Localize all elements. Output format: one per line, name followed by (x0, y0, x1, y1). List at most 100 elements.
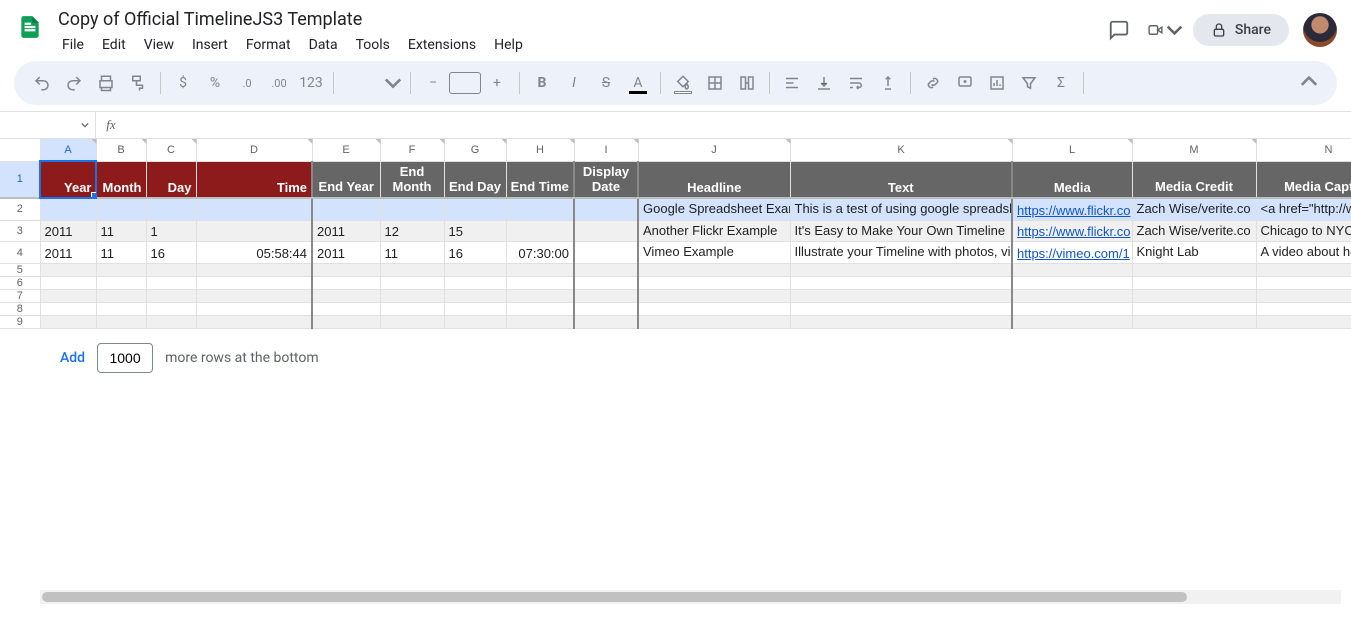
cell[interactable] (444, 290, 506, 303)
cell[interactable] (1256, 290, 1351, 303)
share-button[interactable]: Share (1193, 14, 1289, 46)
cell[interactable] (1012, 277, 1132, 290)
currency-icon[interactable]: $ (169, 69, 197, 97)
cell[interactable]: This is a test of using google spreadshe… (790, 198, 1012, 220)
horizontal-scrollbar[interactable] (40, 590, 1341, 604)
header-cell[interactable]: Headline (638, 161, 790, 198)
undo-icon[interactable] (28, 69, 56, 97)
more-formats-icon[interactable]: 123 (297, 69, 325, 97)
cell[interactable]: <a href="http://www.flickr.com/photos/za… (1256, 198, 1351, 220)
cell[interactable] (196, 220, 312, 242)
cell[interactable]: 05:58:44 (196, 242, 312, 264)
column-header[interactable]: D (196, 139, 312, 161)
cell[interactable] (574, 198, 638, 220)
cell[interactable] (40, 303, 96, 316)
cell[interactable] (1132, 303, 1256, 316)
cell[interactable] (196, 198, 312, 220)
column-header[interactable]: L (1012, 139, 1132, 161)
cell[interactable] (196, 277, 312, 290)
cell[interactable] (146, 316, 196, 329)
cell[interactable]: It's Easy to Make Your Own Timeline (790, 220, 1012, 242)
name-box[interactable] (0, 112, 96, 138)
cell[interactable] (146, 198, 196, 220)
cell[interactable]: 11 (96, 242, 146, 264)
increase-decimal-icon[interactable]: .00 (265, 69, 293, 97)
cell[interactable] (196, 303, 312, 316)
cell[interactable] (96, 303, 146, 316)
header-cell[interactable]: Day (146, 161, 196, 198)
header-cell[interactable]: Media Credit (1132, 161, 1256, 198)
cell[interactable] (638, 316, 790, 329)
text-color-icon[interactable]: A (624, 69, 652, 97)
cell[interactable] (638, 277, 790, 290)
cell[interactable] (506, 303, 574, 316)
cell[interactable] (1132, 264, 1256, 277)
cell[interactable]: Zach Wise/verite.co (1132, 198, 1256, 220)
cell[interactable]: Vimeo Example (638, 242, 790, 264)
menu-tools[interactable]: Tools (348, 33, 398, 57)
cell[interactable] (40, 277, 96, 290)
cell[interactable]: https://www.flickr.co (1012, 198, 1132, 220)
header-cell[interactable]: Text (790, 161, 1012, 198)
cell[interactable] (312, 316, 380, 329)
cell[interactable] (790, 264, 1012, 277)
cell[interactable]: 16 (146, 242, 196, 264)
cell[interactable]: 11 (96, 220, 146, 242)
cell[interactable]: Knight Lab (1132, 242, 1256, 264)
cell[interactable]: Google Spreadsheet Example (638, 198, 790, 220)
cell[interactable]: 2011 (312, 242, 380, 264)
cell[interactable]: 2011 (312, 220, 380, 242)
cell[interactable] (506, 316, 574, 329)
meet-icon[interactable] (1147, 12, 1183, 48)
cell[interactable]: 1 (146, 220, 196, 242)
row-header[interactable]: 1 (0, 161, 40, 198)
cell[interactable] (380, 303, 444, 316)
cell[interactable] (146, 277, 196, 290)
cell[interactable] (444, 316, 506, 329)
text-rotation-icon[interactable] (874, 69, 902, 97)
cell[interactable] (444, 264, 506, 277)
cell[interactable] (40, 264, 96, 277)
percent-icon[interactable]: % (201, 69, 229, 97)
bold-icon[interactable]: B (528, 69, 556, 97)
cell[interactable] (196, 316, 312, 329)
menu-edit[interactable]: Edit (94, 33, 134, 57)
print-icon[interactable] (92, 69, 120, 97)
cell[interactable] (380, 198, 444, 220)
header-cell[interactable]: Month (96, 161, 146, 198)
cell[interactable] (312, 198, 380, 220)
menu-format[interactable]: Format (238, 33, 299, 57)
column-header[interactable]: M (1132, 139, 1256, 161)
cell[interactable]: 11 (380, 242, 444, 264)
insert-chart-icon[interactable] (983, 69, 1011, 97)
cell[interactable] (312, 290, 380, 303)
cell[interactable] (506, 277, 574, 290)
menu-insert[interactable]: Insert (184, 33, 236, 57)
cell[interactable] (1132, 277, 1256, 290)
header-cell[interactable]: Time (196, 161, 312, 198)
row-header[interactable]: 6 (0, 277, 40, 290)
vertical-align-icon[interactable] (810, 69, 838, 97)
cell[interactable]: Another Flickr Example (638, 220, 790, 242)
add-rows-input[interactable] (97, 343, 153, 373)
cell[interactable]: 15 (444, 220, 506, 242)
cell[interactable] (574, 290, 638, 303)
cell[interactable] (444, 277, 506, 290)
cell[interactable] (1132, 316, 1256, 329)
cell[interactable] (506, 290, 574, 303)
cell[interactable] (1012, 264, 1132, 277)
cell-link[interactable]: https://vimeo.com/1 (1017, 246, 1130, 261)
cell[interactable]: 16 (444, 242, 506, 264)
column-header[interactable]: A (40, 139, 96, 161)
column-header[interactable]: C (146, 139, 196, 161)
header-cell[interactable]: End Month (380, 161, 444, 198)
font-family-dropdown[interactable] (342, 69, 402, 97)
row-header[interactable]: 2 (0, 198, 40, 220)
column-header[interactable]: I (574, 139, 638, 161)
decrease-decimal-icon[interactable]: .0 (233, 69, 261, 97)
cell[interactable]: A video about how to make timelines! (1256, 242, 1351, 264)
cell[interactable] (574, 316, 638, 329)
cell[interactable] (574, 264, 638, 277)
font-size-plus-icon[interactable]: + (483, 69, 511, 97)
cell[interactable] (1012, 290, 1132, 303)
